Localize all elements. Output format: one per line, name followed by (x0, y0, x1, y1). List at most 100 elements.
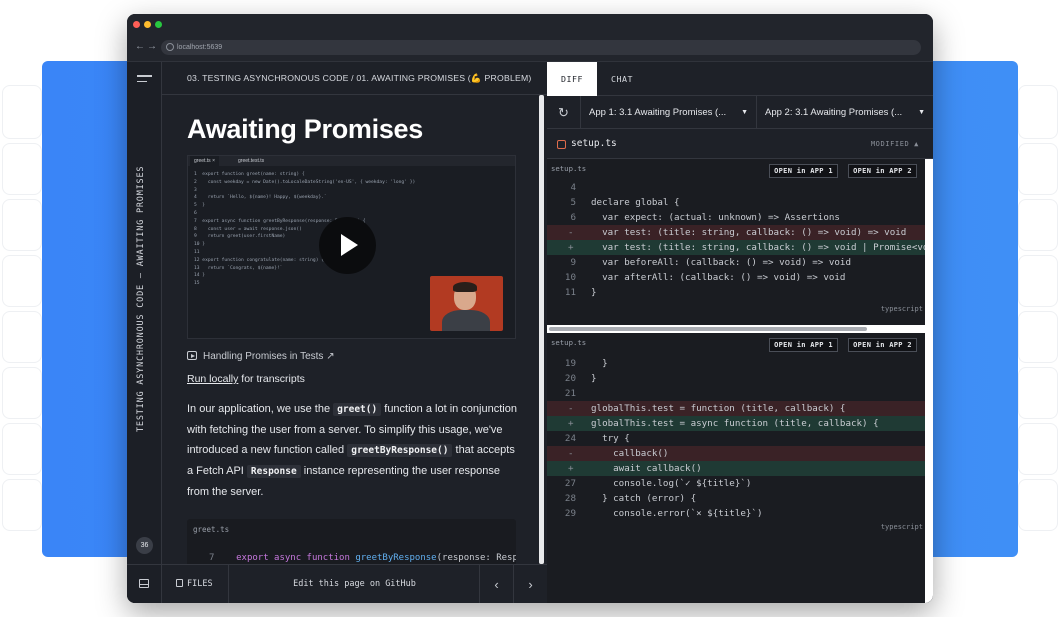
bg-tile (1018, 367, 1058, 419)
bg-tile (1018, 199, 1058, 251)
open-in-app1-button[interactable]: OPEN in APP 1 (769, 164, 838, 178)
close-window-dot[interactable] (133, 21, 140, 28)
app2-select[interactable]: App 2: 3.1 Awaiting Promises (... ▼ (757, 96, 933, 129)
diff-line-code: await callback() (591, 463, 702, 474)
next-button[interactable]: › (513, 565, 547, 603)
video-editor-tabs: greet.ts × greet.test.ts (188, 156, 515, 166)
diff-line-code: var afterAll: (callback: () => void) => … (591, 272, 846, 283)
prev-button[interactable]: ‹ (479, 565, 513, 603)
bg-tile (2, 199, 42, 251)
url-bar[interactable]: localhost:5639 (161, 40, 921, 55)
open-in-app2-button[interactable]: OPEN in APP 2 (848, 164, 917, 178)
video-code-line: 2 const weekday = new Date().toLocaleDat… (194, 179, 416, 185)
url-text: localhost:5639 (177, 44, 223, 51)
lesson-count-badge[interactable]: 36 (136, 537, 153, 554)
diff-line: 24 try { (547, 431, 925, 446)
bg-tile (2, 311, 42, 363)
panel-toggle-icon[interactable] (139, 579, 149, 588)
diff-pane-filename: setup.ts (551, 164, 587, 173)
code-block: greet.ts 7 export async function greetBy… (187, 519, 516, 569)
bg-tile (1018, 423, 1058, 475)
play-icon[interactable] (319, 217, 376, 274)
diff-line: - var test: (title: string, callback: ()… (547, 225, 925, 240)
diff-line: 5 declare global { (547, 195, 925, 210)
tab-diff[interactable]: DIFF (547, 62, 597, 96)
diff-line-number: 5 (570, 197, 576, 208)
diff-scrollbar-thumb[interactable] (549, 327, 867, 331)
edit-on-github-link[interactable]: Edit this page on GitHub (229, 565, 480, 603)
diff-line: + globalThis.test = async function (title… (547, 416, 925, 431)
minimize-window-dot[interactable] (144, 21, 151, 28)
run-locally-link[interactable]: Run locally (187, 373, 238, 385)
diff-file-header[interactable]: setup.ts MODIFIED ▲ (547, 129, 933, 159)
video-tab: greet.test.ts (238, 158, 265, 164)
code-function: greetByResponse (355, 553, 437, 563)
lesson-panel: 03. TESTING ASYNCHRONOUS CODE / 01. AWAI… (162, 62, 547, 603)
diff-line-code: } (591, 287, 597, 298)
bg-tile (2, 143, 42, 195)
lesson-scrollbar-thumb[interactable] (539, 95, 544, 564)
run-locally-rest: for transcripts (238, 373, 305, 385)
back-arrow-icon[interactable]: ← (135, 41, 145, 52)
diff-sign: + (568, 418, 574, 429)
bg-tile (1018, 85, 1058, 139)
open-in-app2-button[interactable]: OPEN in APP 2 (848, 338, 917, 352)
video-link[interactable]: Handling Promises in Tests ↗ (187, 351, 335, 362)
run-locally-line: Run locally for transcripts (187, 373, 305, 385)
open-in-app1-button[interactable]: OPEN in APP 1 (769, 338, 838, 352)
lesson-paragraph: In our application, we use the greet() f… (187, 399, 517, 502)
video-code-line: 11 (194, 250, 200, 255)
diff-line-code: console.error(`× ${title}`) (591, 508, 763, 519)
tab-chat[interactable]: CHAT (597, 62, 647, 96)
language-label: typescript (880, 523, 923, 531)
forward-arrow-icon[interactable]: → (147, 41, 157, 52)
vertical-splitter[interactable] (925, 159, 933, 603)
diff-line-code: var expect: (actual: unknown) => Asserti… (591, 212, 840, 223)
diff-line-code: var test: (title: string, callback: () =… (591, 242, 925, 253)
diff-line-number: 29 (564, 508, 576, 519)
bg-tile (1018, 143, 1058, 195)
page-title: Awaiting Promises (187, 114, 423, 144)
menu-icon[interactable] (137, 75, 152, 84)
lesson-footer: FILES Edit this page on GitHub ‹ › (162, 564, 547, 603)
right-tabs: DIFF CHAT (547, 62, 933, 96)
refresh-icon[interactable]: ↻ (547, 96, 581, 129)
app2-label: App 2: 3.1 Awaiting Promises (... (765, 107, 903, 118)
video-code-line: 3 (194, 187, 197, 193)
diff-line-code: callback() (591, 448, 669, 459)
diff-horizontal-scrollbar[interactable] (547, 325, 925, 333)
diff-line: 21 (547, 386, 925, 401)
bg-tile (2, 479, 42, 531)
video-tab: greet.ts × (190, 156, 219, 166)
diff-sign: + (568, 463, 574, 474)
bg-tile (2, 255, 42, 307)
maximize-window-dot[interactable] (155, 21, 162, 28)
typescript-file-icon (557, 140, 566, 149)
lesson-scrollbar-track[interactable] (539, 95, 544, 564)
video-code-line: 9 return greet(user.firstName) (194, 234, 286, 240)
stage: ← → localhost:5639 TESTING ASYNCHRONOUS … (0, 0, 1060, 617)
diff-line-number: 20 (564, 373, 576, 384)
diff-pane-2: setup.ts OPEN in APP 1 OPEN in APP 2 19 … (547, 333, 933, 543)
video-code-line: 13 return `Congrats, ${name}!` (194, 265, 283, 271)
modified-badge[interactable]: MODIFIED ▲ (871, 129, 919, 159)
diff-line-number: 28 (564, 493, 576, 504)
app1-label: App 1: 3.1 Awaiting Promises (... (589, 107, 727, 118)
code-rest: (response: Respor (436, 553, 516, 563)
diff-line: 6 var expect: (actual: unknown) => Asser… (547, 210, 925, 225)
app1-select[interactable]: App 1: 3.1 Awaiting Promises (... ▼ (581, 96, 757, 129)
inline-code: greetByResponse() (347, 444, 453, 457)
chevron-down-icon: ▼ (918, 109, 925, 116)
files-button[interactable]: FILES (162, 565, 229, 603)
diff-line: - callback() (547, 446, 925, 461)
diff-line-code: } (591, 358, 608, 369)
app-selector-row: ↻ App 1: 3.1 Awaiting Promises (... ▼ App… (547, 96, 933, 129)
code-line-number: 7 (209, 553, 215, 563)
video-player[interactable]: greet.ts × greet.test.ts 1 export functi… (187, 155, 516, 339)
diff-pane-filename: setup.ts (551, 338, 587, 347)
video-code-line: 6 (194, 211, 197, 216)
diff-line: 29 console.error(`× ${title}`) (547, 506, 925, 521)
chevron-down-icon: ▼ (741, 109, 748, 116)
code-block-line: 7 export async function greetByResponse(… (209, 553, 516, 563)
video-play-icon (187, 351, 197, 360)
